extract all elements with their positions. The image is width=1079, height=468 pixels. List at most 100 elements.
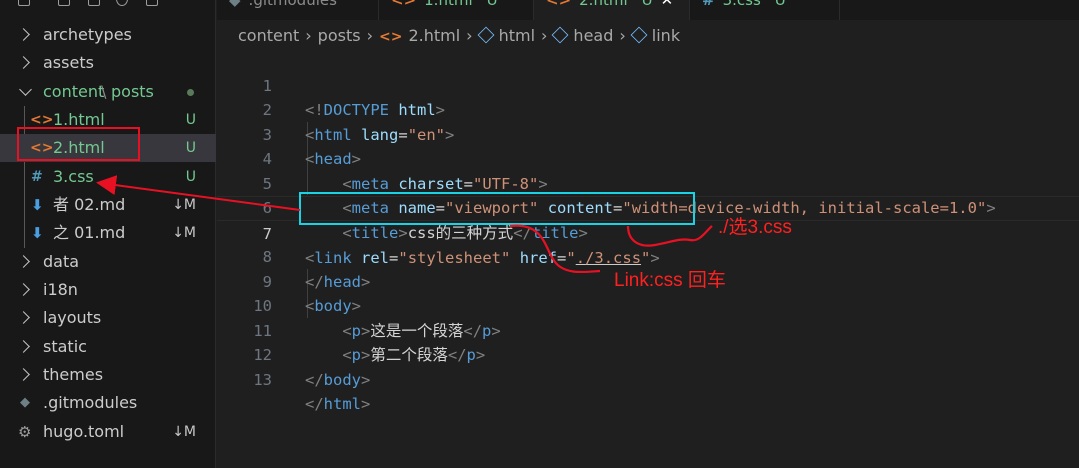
code-line: 13 </html> (217, 343, 1079, 414)
gear-icon: ◆ (229, 0, 241, 9)
tree-label: i18n (43, 280, 78, 299)
symbol-element-icon (477, 26, 494, 44)
chevron-right-icon (17, 255, 30, 268)
chevron-right-icon: › (305, 26, 312, 45)
file-1-html[interactable]: <> 1.html U (0, 106, 216, 134)
tree-label: archetypes (43, 25, 132, 44)
folder-static[interactable]: static (0, 333, 216, 361)
css-file-icon: # (702, 0, 715, 9)
folder-content-posts[interactable]: content \ posts (0, 78, 216, 106)
tab-label: .gitmodules (248, 0, 337, 9)
tree-label: .gitmodules (43, 393, 138, 412)
gear-icon: ⚙ (18, 423, 32, 441)
markdown-download-icon: ⬇ (31, 196, 44, 214)
chevron-right-icon (17, 368, 30, 381)
tree-label-content: content (43, 82, 105, 101)
breadcrumb-item[interactable]: head (573, 24, 613, 48)
css-file-icon: # (31, 169, 43, 185)
folder-data[interactable]: data (0, 248, 216, 276)
breadcrumb-item[interactable]: 2.html (408, 24, 460, 48)
tab-gitmodules[interactable]: ◆ .gitmodules (217, 0, 379, 20)
tree-label: static (43, 337, 87, 356)
breadcrumb: content › posts › <> 2.html › html › head › link (238, 24, 680, 48)
tab-label: 1.html (424, 0, 473, 9)
folder-assets[interactable]: assets (0, 49, 216, 77)
chevron-right-icon: › (366, 26, 373, 45)
tab-1-html[interactable]: <> 1.html U (379, 0, 534, 20)
tree-label: 3.css (53, 167, 94, 186)
tab-label: 2.html (579, 0, 628, 9)
breadcrumb-item[interactable]: link (652, 24, 680, 48)
tree-label: themes (43, 365, 104, 384)
breadcrumb-item[interactable]: html (499, 24, 535, 48)
breadcrumb-item[interactable]: content (238, 24, 299, 48)
symbol-element-icon (552, 26, 569, 44)
tree-label: layouts (43, 308, 102, 327)
chevron-right-icon (17, 340, 30, 353)
file-gitmodules[interactable]: ◆ .gitmodules (0, 389, 216, 417)
tree-label: 之 01.md (53, 223, 126, 242)
tab-git-status: U (486, 0, 498, 9)
code-editor[interactable]: 1 <!DOCTYPE html> 2 <html lang="en"> 3 <… (217, 48, 1079, 468)
file-02-md[interactable]: ⬇ 者 02.md ↓M (0, 191, 216, 219)
editor-tab-bar: ◆ .gitmodules <> 1.html U <> 2.html U ✕ #3.css… (217, 0, 1079, 20)
folder-archetypes[interactable]: archetypes (0, 21, 216, 49)
refresh-icon[interactable] (116, 0, 128, 6)
chevron-right-icon (17, 311, 30, 324)
tab-2-html[interactable]: <> 2.html U ✕ (534, 0, 690, 20)
tree-label: data (43, 252, 80, 271)
tab-git-status: U (641, 0, 653, 9)
gear-icon: ◆ (20, 395, 30, 410)
code-line: 1 <!DOCTYPE html> (217, 49, 1079, 120)
code-line: 12 </body> (217, 319, 1079, 389)
new-file-icon[interactable] (18, 0, 30, 6)
close-icon[interactable]: ✕ (661, 0, 674, 9)
folder-themes[interactable]: themes (0, 361, 216, 389)
tab-label: 3.css (722, 0, 761, 9)
chevron-right-icon: › (619, 26, 626, 45)
explorer-toolbar (0, 0, 216, 8)
folder-layouts[interactable]: layouts (0, 304, 216, 332)
chevron-right-icon: › (541, 26, 548, 45)
code-line: 4 <meta charset="UTF-8"> (217, 123, 1079, 193)
code-line: 10 <p>这是一个段落</p> (217, 270, 1079, 340)
code-line: 2 <html lang="en"> (217, 74, 1079, 144)
folder-i18n[interactable]: i18n (0, 276, 216, 304)
new-folder-icon[interactable] (88, 0, 100, 6)
file-hugo-toml[interactable]: ⚙ hugo.toml ↓M (0, 418, 216, 446)
code-line-current: 7 <link rel="stylesheet" href="./3.css"> (217, 196, 1079, 267)
tree-label-posts: posts (111, 82, 154, 101)
collapse-all-icon[interactable] (146, 0, 158, 6)
chevron-down-icon (19, 83, 32, 96)
code-line: 8 </head> (217, 221, 1079, 291)
chevron-right-icon (17, 28, 30, 41)
html-file-icon: <> (391, 0, 417, 9)
new-folder-icon[interactable] (58, 0, 70, 6)
code-line: 5 <meta name="viewport" content="width=d… (217, 147, 1079, 218)
line-number: 13 (253, 370, 272, 389)
compact-folder-separator: \ (101, 82, 107, 101)
code-line: 11 <p>第二个段落</p> (217, 294, 1079, 365)
tree-label: hugo.toml (43, 422, 125, 441)
explorer-sidebar: archetypes assets content \ posts <> 1.h… (0, 0, 216, 468)
git-status-badge: ↓M (172, 197, 196, 213)
symbol-element-icon (630, 26, 648, 44)
tree-label: 1.html (53, 110, 105, 129)
tab-3-css[interactable]: #3.css U (690, 0, 840, 20)
html-file-icon: <> (378, 29, 403, 45)
file-3-css[interactable]: # 3.css U (0, 163, 216, 191)
file-01-md[interactable]: ⬇ 之 01.md ↓M (0, 219, 216, 247)
git-status-badge: ↓M (172, 225, 196, 241)
chevron-right-icon (17, 283, 30, 296)
git-status-badge: U (185, 140, 196, 156)
chevron-right-icon: › (466, 26, 473, 45)
git-status-badge: U (185, 112, 196, 128)
code-line: 6 <title>css的三种方式</title> (217, 172, 1079, 242)
file-2-html[interactable]: <> 2.html U (0, 134, 216, 162)
code-line: 9 <body> (217, 245, 1079, 316)
html-file-icon: <> (30, 140, 54, 156)
breadcrumb-item[interactable]: posts (318, 24, 361, 48)
tree-label: assets (43, 53, 94, 72)
git-change-dot (187, 89, 194, 96)
chevron-right-icon (17, 56, 30, 69)
